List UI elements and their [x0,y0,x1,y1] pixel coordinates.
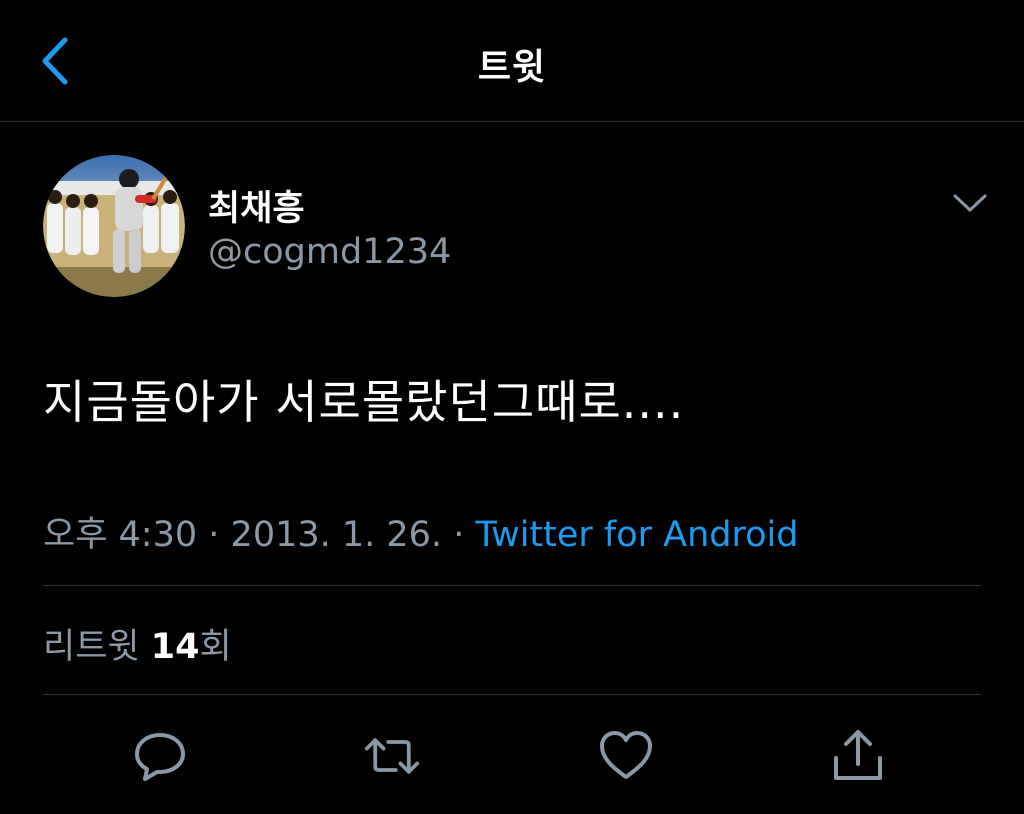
retweet-stats[interactable]: 리트윗 14회 [43,618,232,669]
display-name[interactable]: 최채흥 [208,180,305,231]
tweet-metadata: 오후 4:30 · 2013. 1. 26. · Twitter for And… [43,506,798,557]
user-handle[interactable]: @cogmd1234 [208,232,451,272]
retweet-button[interactable] [364,728,420,784]
retweet-stats-label: 리트윗 [43,627,140,667]
reply-icon [135,733,185,781]
divider [43,694,981,695]
reply-button[interactable] [132,728,188,784]
tweet-date: 2013. 1. 26. [230,515,443,555]
share-icon [834,730,882,780]
like-button[interactable] [598,728,654,784]
tweet-time: 오후 4:30 [43,515,198,555]
chevron-down-icon [953,194,987,212]
meta-separator: · [453,515,465,555]
retweet-unit: 회 [199,627,232,667]
share-button[interactable] [830,728,886,784]
heart-icon [600,731,652,779]
avatar[interactable] [43,155,185,297]
avatar-image [43,155,185,297]
meta-separator: · [208,515,220,555]
tweet-source-link[interactable]: Twitter for Android [475,515,798,555]
more-options-button[interactable] [948,186,992,220]
retweet-icon [364,738,420,774]
top-bar: 트윗 [0,0,1024,122]
divider [43,585,981,586]
page-title: 트윗 [477,47,547,88]
tweet-text: 지금돌아가 서로몰랐던그때로.... [43,375,685,429]
tweet-detail-screen: 트윗 최채흥 @cogmd1234 지금돌아가 서로몰랐던그때로.... 오후 … [0,0,1024,814]
retweet-count: 14 [150,627,200,667]
